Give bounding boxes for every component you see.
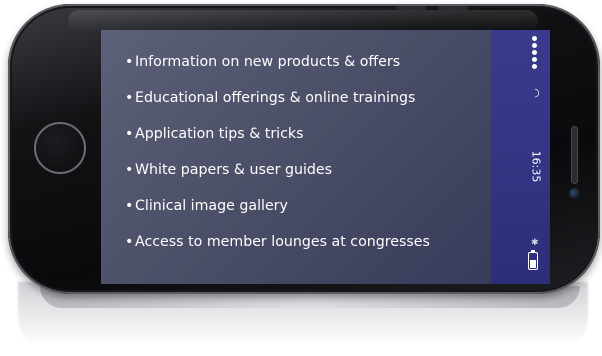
list-item: • Clinical image gallery	[125, 196, 485, 232]
list-item: • Application tips & tricks	[125, 124, 485, 160]
bullet-icon: •	[125, 126, 134, 142]
bullet-icon: •	[125, 234, 134, 250]
feature-label: Access to member lounges at congresses	[135, 234, 430, 250]
list-item: • Information on new products & offers	[125, 52, 485, 88]
phone-sheen	[68, 10, 538, 32]
earpiece-speaker	[571, 126, 578, 184]
bullet-icon: •	[125, 162, 134, 178]
wifi-icon: ◠	[529, 88, 542, 98]
bluetooth-icon: ✱	[531, 238, 539, 248]
list-item: • Educational offerings & online training…	[125, 88, 485, 124]
phone-screen: • Information on new products & offers • E…	[101, 30, 550, 284]
home-button[interactable]	[34, 122, 86, 174]
feature-label: White papers & user guides	[135, 162, 333, 178]
feature-label: Clinical image gallery	[135, 198, 288, 214]
bullet-icon: •	[125, 198, 134, 214]
battery-icon	[528, 250, 538, 270]
status-bar: ◠ 16:35 ✱	[491, 30, 550, 284]
list-item: • White papers & user guides	[125, 160, 485, 196]
signal-dots-icon	[532, 36, 540, 76]
volume-down-button[interactable]	[438, 6, 468, 10]
feature-label: Educational offerings & online trainings	[135, 90, 416, 106]
feature-list: • Information on new products & offers • E…	[125, 52, 485, 268]
bullet-icon: •	[125, 90, 134, 106]
feature-label: Information on new products & offers	[135, 54, 401, 70]
status-time: 16:35	[529, 150, 543, 183]
stage: • Information on new products & offers • E…	[0, 0, 602, 356]
front-camera-icon	[569, 188, 580, 199]
volume-up-button[interactable]	[396, 6, 426, 10]
list-item: • Access to member lounges at congresses	[125, 232, 485, 268]
feature-label: Application tips & tricks	[135, 126, 304, 142]
bullet-icon: •	[125, 54, 134, 70]
phone-body: • Information on new products & offers • E…	[8, 4, 600, 294]
